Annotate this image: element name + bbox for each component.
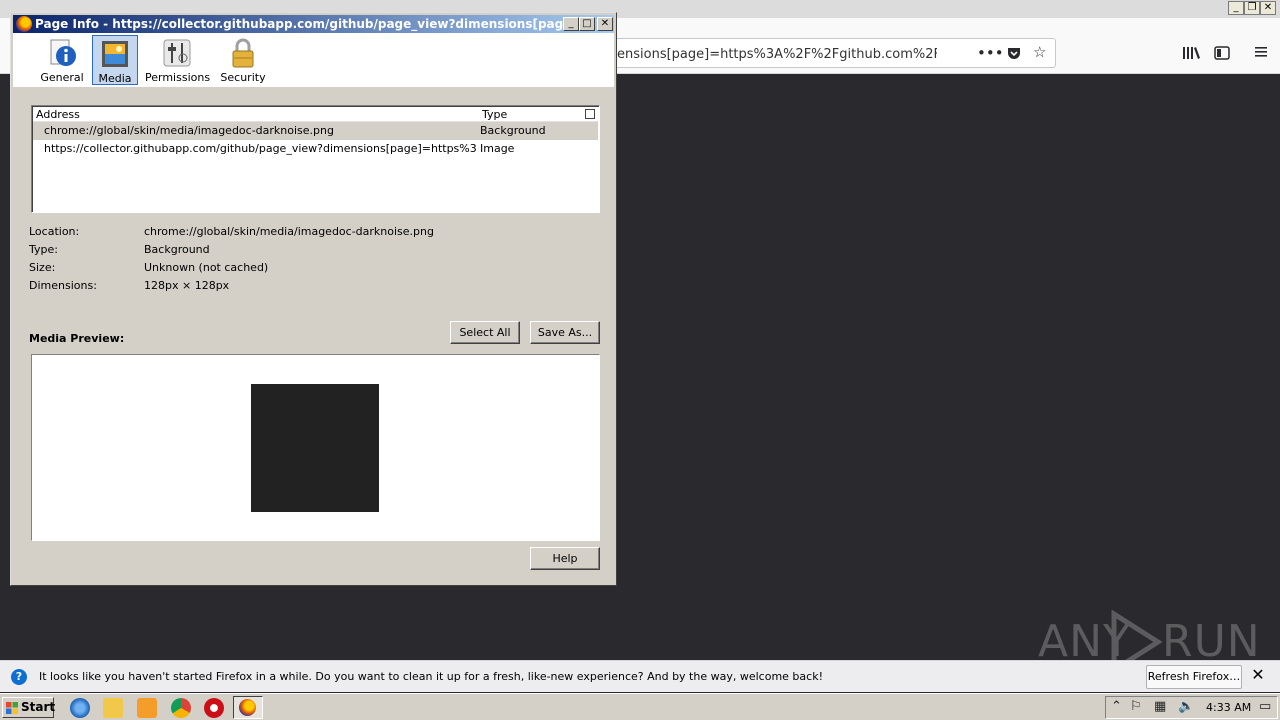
list-item-address: https://collector.githubapp.com/github/p… — [44, 142, 476, 155]
notification-bar: ? It looks like you haven't started Fire… — [0, 660, 1280, 692]
preview-image — [251, 384, 379, 512]
ellipsis-icon[interactable]: ••• — [977, 45, 1004, 61]
media-icon — [102, 41, 128, 67]
media-list[interactable]: Address Type chrome://global/skin/media/… — [31, 105, 600, 213]
media-details: Location: chrome://global/skin/media/ima… — [29, 223, 599, 303]
hamburger-menu-icon[interactable] — [1254, 45, 1268, 62]
close-icon[interactable]: ✕ — [1250, 667, 1266, 683]
media-preview-label: Media Preview: — [29, 332, 125, 345]
size-value: Unknown (not cached) — [144, 261, 269, 274]
library-icon[interactable] — [1182, 45, 1200, 64]
info-icon — [50, 39, 76, 66]
dialog-title: Page Info - https://collector.githubapp.… — [35, 17, 563, 31]
column-header-address[interactable]: Address — [36, 108, 80, 121]
media-player-icon[interactable] — [137, 698, 157, 718]
page-info-dialog: Page Info - https://collector.githubapp.… — [10, 12, 617, 586]
save-as-button[interactable]: Save As... — [530, 321, 600, 344]
help-button[interactable]: Help — [530, 547, 600, 570]
dialog-close-button[interactable]: ✕ — [597, 17, 613, 31]
network-icon[interactable]: ▦ — [1154, 700, 1166, 714]
windows-logo-icon — [6, 702, 18, 714]
list-item[interactable]: https://collector.githubapp.com/github/p… — [33, 140, 598, 158]
restore-button[interactable]: ❐ — [1244, 1, 1260, 15]
notification-message: It looks like you haven't started Firefo… — [39, 670, 823, 683]
close-button[interactable]: ✕ — [1260, 1, 1276, 15]
firefox-icon — [16, 16, 32, 32]
list-item-type: Background — [480, 124, 546, 137]
column-picker-icon[interactable] — [585, 109, 595, 119]
chevron-up-icon[interactable]: ⌃ — [1111, 700, 1122, 714]
list-item-type: Image — [480, 142, 515, 155]
location-label: Location: — [29, 225, 80, 238]
show-desktop-icon[interactable]: ▭ — [1259, 700, 1271, 714]
permissions-icon — [163, 39, 191, 67]
clock[interactable]: 4:33 AM — [1206, 701, 1251, 714]
padlock-icon — [232, 38, 254, 68]
refresh-firefox-button[interactable]: Refresh Firefox… — [1146, 665, 1242, 689]
list-header: Address Type — [33, 107, 598, 122]
type-value: Background — [144, 243, 210, 256]
dialog-minimize-button[interactable]: _ — [563, 17, 579, 31]
url-text[interactable]: ensions[page]=https%3A%2F%2Fgithub.com%2… — [617, 47, 937, 62]
location-value: chrome://global/skin/media/imagedoc-dark… — [144, 225, 434, 238]
pocket-icon[interactable] — [1006, 45, 1022, 64]
chrome-icon[interactable] — [171, 698, 191, 718]
list-item[interactable]: chrome://global/skin/media/imagedoc-dark… — [33, 122, 598, 140]
list-item-address: chrome://global/skin/media/imagedoc-dark… — [44, 124, 334, 137]
opera-icon[interactable] — [204, 698, 224, 718]
select-all-button[interactable]: Select All — [450, 321, 520, 344]
dimensions-value: 128px × 128px — [144, 279, 230, 292]
size-label: Size: — [29, 261, 56, 274]
dialog-titlebar[interactable]: Page Info - https://collector.githubapp.… — [13, 15, 614, 33]
tab-permissions[interactable]: Permissions — [145, 35, 211, 85]
folder-icon[interactable] — [103, 698, 123, 718]
star-icon[interactable]: ☆ — [1033, 44, 1046, 60]
dialog-maximize-button[interactable]: □ — [579, 17, 595, 31]
windows-taskbar: Start ⌃ ⚐ ▦ 🔈 4:33 AM ▭ — [0, 693, 1280, 720]
media-preview-pane — [31, 354, 600, 541]
sidebar-icon[interactable] — [1214, 45, 1230, 64]
internet-explorer-icon[interactable] — [70, 698, 90, 718]
start-button[interactable]: Start — [2, 697, 56, 718]
firefox-icon — [239, 699, 256, 716]
question-icon: ? — [11, 669, 27, 685]
tab-strip: General Media Permissions Security — [13, 33, 614, 87]
column-header-type[interactable]: Type — [482, 108, 507, 121]
tab-label: General — [40, 71, 84, 84]
tab-general[interactable]: General — [39, 35, 85, 85]
minimize-button[interactable]: _ — [1228, 1, 1244, 15]
tab-label: Permissions — [145, 71, 211, 84]
dimensions-label: Dimensions: — [29, 279, 97, 292]
url-bar[interactable]: ensions[page]=https%3A%2F%2Fgithub.com%2… — [600, 38, 1056, 68]
flag-icon[interactable]: ⚐ — [1130, 700, 1142, 714]
tab-security[interactable]: Security — [219, 35, 267, 85]
type-label: Type: — [29, 243, 58, 256]
tab-label: Media — [98, 72, 132, 85]
system-tray: ⌃ ⚐ ▦ 🔈 4:33 AM ▭ — [1105, 696, 1278, 719]
firefox-taskbar-button[interactable] — [233, 696, 263, 719]
start-label: Start — [21, 700, 56, 714]
tab-label: Security — [220, 71, 266, 84]
tab-media[interactable]: Media — [92, 35, 138, 85]
volume-icon[interactable]: 🔈 — [1178, 700, 1194, 714]
